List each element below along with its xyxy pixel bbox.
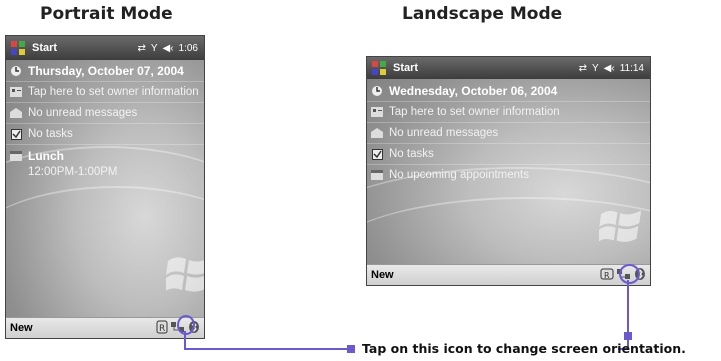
inbox-icon bbox=[10, 107, 22, 119]
callout-marker bbox=[624, 332, 632, 340]
tasks-row[interactable]: No tasks bbox=[367, 144, 650, 164]
status-area: ⇄ Y ◀‹ 11:14 bbox=[579, 63, 644, 74]
windows-logo-watermark bbox=[166, 257, 204, 292]
speaker-icon[interactable]: ◀‹ bbox=[163, 43, 174, 54]
appointment-icon bbox=[10, 150, 22, 162]
appointment-time-row: 12:00PM-1:00PM bbox=[6, 162, 204, 182]
windows-flag-icon[interactable] bbox=[8, 37, 28, 59]
speaker-icon[interactable]: ◀‹ bbox=[604, 63, 615, 74]
checkbox-icon bbox=[10, 128, 22, 140]
appointments-row[interactable]: No upcoming appointments bbox=[367, 165, 650, 185]
sync-icon[interactable]: ⇄ bbox=[137, 43, 145, 54]
landscape-heading: Landscape Mode bbox=[402, 4, 563, 24]
menu-bar: New R bbox=[367, 264, 650, 285]
windows-flag-icon[interactable] bbox=[369, 57, 389, 79]
owner-text: Tap here to set owner information bbox=[389, 106, 560, 118]
tasks-text: No tasks bbox=[389, 148, 434, 160]
appointment-time: 12:00PM-1:00PM bbox=[28, 166, 118, 178]
checkbox-icon bbox=[371, 148, 383, 160]
inbox-icon bbox=[371, 127, 383, 139]
appointment-icon bbox=[371, 169, 383, 181]
title-bar: Start ⇄ Y ◀‹ 1:06 bbox=[6, 36, 204, 60]
landscape-icon-highlight bbox=[619, 264, 640, 284]
start-button[interactable]: Start bbox=[393, 62, 418, 74]
status-area: ⇄ Y ◀‹ 1:06 bbox=[137, 43, 198, 54]
messages-text: No unread messages bbox=[28, 107, 138, 119]
date-text: Wednesday, October 06, 2004 bbox=[389, 84, 558, 98]
appointment-title: Lunch bbox=[28, 149, 64, 163]
portrait-heading: Portrait Mode bbox=[40, 4, 173, 24]
portrait-icon-highlight bbox=[177, 315, 195, 335]
svg-text:R: R bbox=[604, 271, 610, 280]
callout-text: Tap on this icon to change screen orient… bbox=[362, 341, 686, 356]
clock[interactable]: 1:06 bbox=[179, 43, 198, 54]
svg-text:R: R bbox=[159, 324, 165, 334]
new-button[interactable]: New bbox=[10, 322, 33, 334]
new-button[interactable]: New bbox=[371, 269, 394, 281]
date-text: Thursday, October 07, 2004 bbox=[28, 64, 184, 78]
menu-bar: New R bbox=[6, 317, 204, 338]
orientation-icon[interactable]: R bbox=[156, 320, 168, 337]
orientation-icon[interactable]: R bbox=[600, 268, 614, 283]
messages-row[interactable]: No unread messages bbox=[6, 103, 204, 123]
callout-marker bbox=[347, 345, 355, 353]
date-row[interactable]: Wednesday, October 06, 2004 bbox=[367, 81, 650, 101]
date-row[interactable]: Thursday, October 07, 2004 bbox=[6, 61, 204, 81]
contact-card-icon bbox=[371, 106, 383, 118]
messages-row[interactable]: No unread messages bbox=[367, 123, 650, 143]
signal-icon[interactable]: Y bbox=[151, 43, 158, 54]
appointments-text: No upcoming appointments bbox=[389, 169, 529, 181]
portrait-screen: Start ⇄ Y ◀‹ 1:06 Thursday, October 07, … bbox=[5, 35, 205, 339]
landscape-screen: Start ⇄ Y ◀‹ 11:14 Wednesday, October 06… bbox=[366, 56, 651, 286]
owner-row[interactable]: Tap here to set owner information bbox=[367, 102, 650, 122]
calendar-icon bbox=[371, 85, 383, 97]
messages-text: No unread messages bbox=[389, 127, 499, 139]
windows-logo-watermark bbox=[599, 210, 642, 242]
title-bar: Start ⇄ Y ◀‹ 11:14 bbox=[367, 57, 650, 79]
tasks-text: No tasks bbox=[28, 128, 73, 140]
signal-icon[interactable]: Y bbox=[592, 63, 599, 74]
contact-card-icon bbox=[10, 86, 22, 98]
owner-text: Tap here to set owner information bbox=[28, 86, 199, 98]
clock[interactable]: 11:14 bbox=[620, 63, 644, 74]
callout-line bbox=[184, 348, 350, 350]
divider bbox=[6, 144, 204, 145]
owner-row[interactable]: Tap here to set owner information bbox=[6, 82, 204, 102]
start-button[interactable]: Start bbox=[32, 42, 57, 54]
sync-icon[interactable]: ⇄ bbox=[579, 63, 587, 74]
calendar-icon bbox=[10, 65, 22, 77]
tasks-row[interactable]: No tasks bbox=[6, 124, 204, 144]
